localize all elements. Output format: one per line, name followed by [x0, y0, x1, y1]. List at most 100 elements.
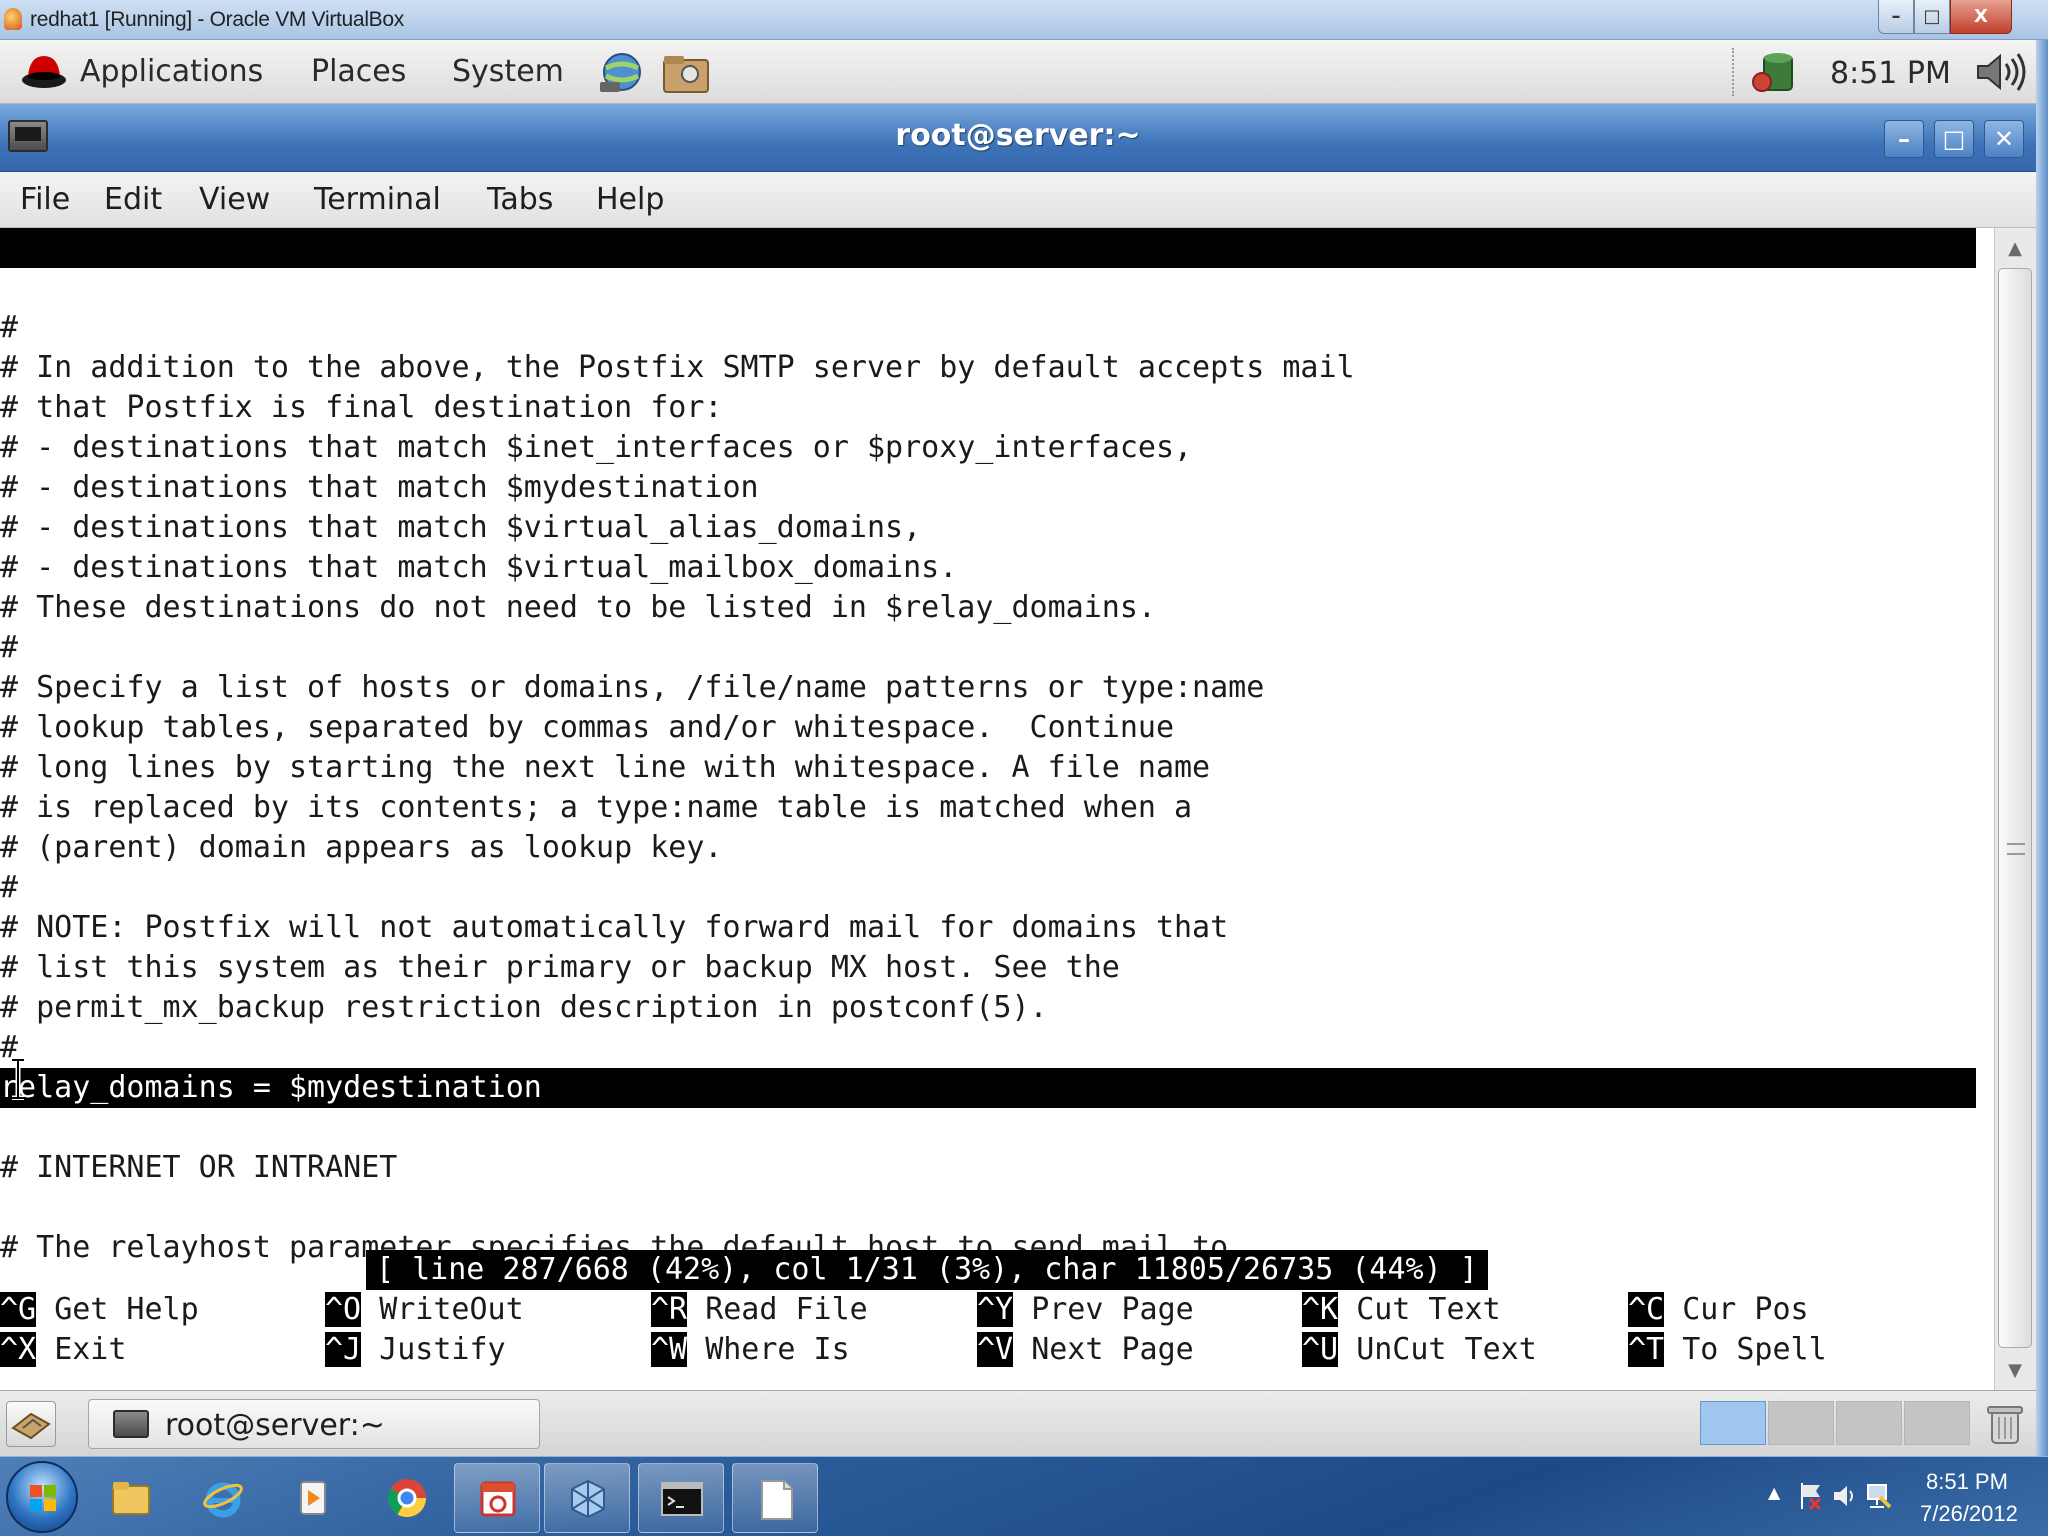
network-status-icon[interactable] — [1864, 1481, 1892, 1511]
speaker-icon[interactable] — [1832, 1483, 1858, 1509]
shortcut-label: Justify — [379, 1332, 506, 1367]
shortcut-label: Where Is — [705, 1332, 850, 1367]
redhat-icon[interactable] — [20, 50, 68, 90]
selected-text-line[interactable]: relay_domains = $mydestination — [0, 1068, 1976, 1108]
menu-system[interactable]: System — [452, 54, 564, 89]
taskbar-clock-time[interactable]: 8:51 PM — [1926, 1469, 2008, 1495]
shortcut-key: ^V — [977, 1332, 1014, 1367]
shortcut-get-help[interactable]: ^G Get Help — [0, 1290, 199, 1330]
folder-icon[interactable] — [660, 48, 712, 96]
text-line[interactable]: # — [0, 308, 18, 348]
text-line[interactable]: # INTERNET OR INTRANET — [0, 1148, 397, 1188]
text-line[interactable]: # In addition to the above, the Postfix … — [0, 348, 1355, 388]
shortcut-to-spell[interactable]: ^T To Spell — [1628, 1330, 1827, 1370]
shortcut-cut-text[interactable]: ^K Cut Text — [1302, 1290, 1501, 1330]
scrollbar-thumb[interactable] — [1998, 268, 2032, 1348]
shortcut-key: ^O — [325, 1292, 362, 1327]
action-center-flag-icon[interactable] — [1798, 1481, 1824, 1511]
show-hidden-icons-arrow-icon[interactable]: ▲ — [1768, 1483, 1780, 1502]
menu-places[interactable]: Places — [311, 54, 406, 89]
taskbar-internet-explorer[interactable] — [180, 1463, 266, 1533]
taskbar-virtualbox[interactable] — [544, 1463, 630, 1533]
shortcut-writeout[interactable]: ^O WriteOut — [325, 1290, 524, 1330]
menu-view[interactable]: View — [199, 182, 270, 217]
shortcut-key: ^J — [325, 1332, 362, 1367]
windows-start-button[interactable] — [6, 1461, 78, 1533]
scroll-up-arrow-icon[interactable]: ▲ — [1999, 232, 2031, 264]
terminal-close-button[interactable]: ✕ — [1984, 120, 2024, 158]
virtualbox-maximize-button[interactable]: □ — [1914, 0, 1950, 34]
terminal-maximize-button[interactable]: □ — [1934, 120, 1974, 158]
gnome-top-panel: Applications Places System 8:51 PM — [0, 40, 2036, 104]
shortcut-cur-pos[interactable]: ^C Cur Pos — [1628, 1290, 1809, 1330]
text-line[interactable]: # - destinations that match $inet_interf… — [0, 428, 1192, 468]
text-line[interactable]: # permit_mx_backup restriction descripti… — [0, 988, 1048, 1028]
shortcut-uncut-text[interactable]: ^U UnCut Text — [1302, 1330, 1537, 1370]
menu-file[interactable]: File — [20, 182, 70, 217]
update-notifier-icon[interactable] — [1748, 48, 1804, 96]
panel-clock[interactable]: 8:51 PM — [1830, 56, 1951, 91]
terminal-content[interactable]: GNU nano 1.3.12 File: /etc/postfix/main.… — [0, 228, 1994, 1390]
text-line[interactable]: # that Postfix is final destination for: — [0, 388, 722, 428]
menu-help[interactable]: Help — [596, 182, 664, 217]
trash-icon[interactable] — [1984, 1401, 2026, 1447]
shortcut-where-is[interactable]: ^W Where Is — [651, 1330, 850, 1370]
shortcut-label: Read File — [705, 1292, 868, 1327]
workspace-2[interactable] — [1768, 1401, 1834, 1445]
scroll-down-arrow-icon[interactable]: ▼ — [1999, 1354, 2031, 1386]
terminal-minimize-button[interactable]: – — [1884, 120, 1924, 158]
text-line[interactable]: # — [0, 628, 18, 668]
network-browser-icon[interactable] — [596, 50, 648, 96]
text-line[interactable]: # These destinations do not need to be l… — [0, 588, 1156, 628]
shortcut-next-page[interactable]: ^V Next Page — [977, 1330, 1194, 1370]
virtualbox-close-button[interactable]: X — [1950, 0, 2012, 34]
cmd-icon — [661, 1482, 703, 1516]
volume-icon[interactable] — [1972, 50, 2028, 94]
taskbar-explorer[interactable] — [88, 1463, 174, 1533]
workspace-3[interactable] — [1836, 1401, 1902, 1445]
shortcut-key: ^R — [651, 1292, 688, 1327]
virtualbox-minimize-button[interactable]: – — [1878, 0, 1914, 34]
scrollbar-grip — [2007, 843, 2025, 855]
shortcut-prev-page[interactable]: ^Y Prev Page — [977, 1290, 1194, 1330]
terminal-titlebar[interactable]: root@server:~ – □ ✕ — [0, 104, 2036, 172]
text-line[interactable]: # - destinations that match $mydestinati… — [0, 468, 759, 508]
text-line[interactable]: # - destinations that match $virtual_ali… — [0, 508, 921, 548]
shortcut-key: ^C — [1628, 1292, 1665, 1327]
text-line[interactable]: # (parent) domain appears as lookup key. — [0, 828, 722, 868]
shortcut-exit[interactable]: ^X Exit — [0, 1330, 126, 1370]
taskbar-terminal-button[interactable]: root@server:~ — [88, 1399, 540, 1449]
shortcut-label: Get Help — [54, 1292, 199, 1327]
menu-terminal[interactable]: Terminal — [314, 182, 441, 217]
taskbar-clock-date[interactable]: 7/26/2012 — [1920, 1501, 2018, 1527]
shortcut-read-file[interactable]: ^R Read File — [651, 1290, 868, 1330]
terminal-title: root@server:~ — [895, 118, 1141, 153]
text-line[interactable]: # - destinations that match $virtual_mai… — [0, 548, 957, 588]
shortcut-justify[interactable]: ^J Justify — [325, 1330, 506, 1370]
text-line[interactable]: # list this system as their primary or b… — [0, 948, 1120, 988]
taskbar-cmd[interactable] — [638, 1463, 724, 1533]
text-line[interactable]: # long lines by starting the next line w… — [0, 748, 1210, 788]
taskbar-media-player[interactable] — [270, 1463, 356, 1533]
menu-edit[interactable]: Edit — [104, 182, 162, 217]
taskbar-notepad[interactable] — [732, 1463, 818, 1533]
text-line[interactable]: # lookup tables, separated by commas and… — [0, 708, 1174, 748]
menu-tabs[interactable]: Tabs — [487, 182, 553, 217]
shortcut-key: ^Y — [977, 1292, 1014, 1327]
workspace-4[interactable] — [1904, 1401, 1970, 1445]
taskbar-chrome[interactable] — [364, 1463, 450, 1533]
explorer-icon — [112, 1482, 150, 1515]
text-line[interactable]: # NOTE: Postfix will not automatically f… — [0, 908, 1228, 948]
taskbar-office[interactable] — [454, 1463, 540, 1533]
shortcut-key: ^K — [1302, 1292, 1339, 1327]
show-desktop-button[interactable] — [6, 1401, 56, 1447]
virtualbox-window-title: redhat1 [Running] - Oracle VM VirtualBox — [30, 8, 404, 31]
terminal-scrollbar[interactable]: ▲ ▼ — [1994, 228, 2036, 1390]
shortcut-label: To Spell — [1682, 1332, 1827, 1367]
menu-applications[interactable]: Applications — [80, 54, 263, 89]
text-line[interactable]: # is replaced by its contents; a type:na… — [0, 788, 1192, 828]
text-line[interactable]: # — [0, 868, 18, 908]
workspace-1[interactable] — [1700, 1401, 1766, 1445]
text-line[interactable]: # Specify a list of hosts or domains, /f… — [0, 668, 1264, 708]
shortcut-label: Prev Page — [1031, 1292, 1194, 1327]
